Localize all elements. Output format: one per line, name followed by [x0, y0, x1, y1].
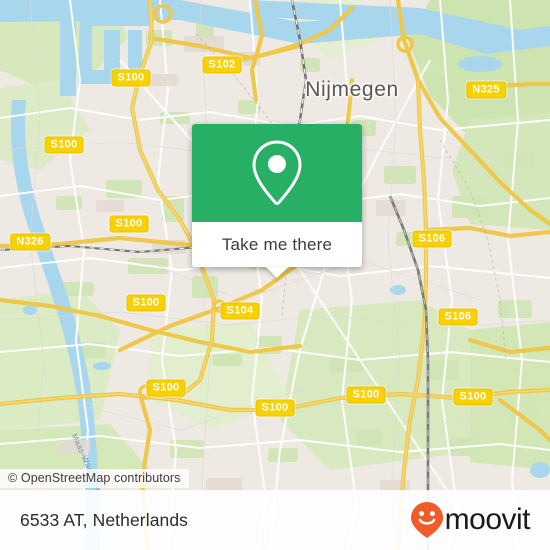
moovit-wordmark: moovit	[444, 503, 531, 536]
road-shield: S100	[346, 386, 386, 404]
moovit-map-screen: S100 S102 N325 S100 S100 N326 S106 S100 …	[0, 0, 550, 550]
road-shield: S104	[220, 302, 260, 320]
location-pin-icon	[252, 140, 302, 206]
road-shield: S106	[412, 230, 452, 248]
road-shield: S100	[44, 136, 84, 154]
road-shield: S100	[111, 69, 151, 87]
road-shield: N326	[10, 233, 50, 251]
road-shield: S100	[146, 379, 186, 397]
popup-pin-area	[192, 124, 362, 222]
popup-action-area[interactable]: Take me there	[192, 222, 362, 278]
popup-pointer	[266, 267, 288, 278]
address-label: 6533 AT, Netherlands	[20, 509, 189, 530]
road-shield: S100	[126, 294, 166, 312]
road-shield: S100	[109, 215, 149, 233]
take-me-there-label: Take me there	[221, 234, 333, 254]
destination-popup-card[interactable]: Take me there	[192, 124, 362, 278]
bottom-info-bar: 6533 AT, Netherlands moovit	[0, 490, 550, 550]
osm-attribution[interactable]: © OpenStreetMap contributors	[0, 469, 189, 488]
road-shield: S106	[438, 308, 478, 326]
moovit-smiley-pin-icon	[410, 502, 443, 538]
road-shield: N325	[466, 81, 506, 99]
city-label-nijmegen: Nijmegen	[305, 78, 399, 101]
road-shield: S102	[202, 56, 242, 74]
road-shield: S100	[255, 399, 295, 417]
road-shield: S100	[453, 388, 493, 406]
moovit-logo[interactable]: moovit	[410, 501, 531, 539]
